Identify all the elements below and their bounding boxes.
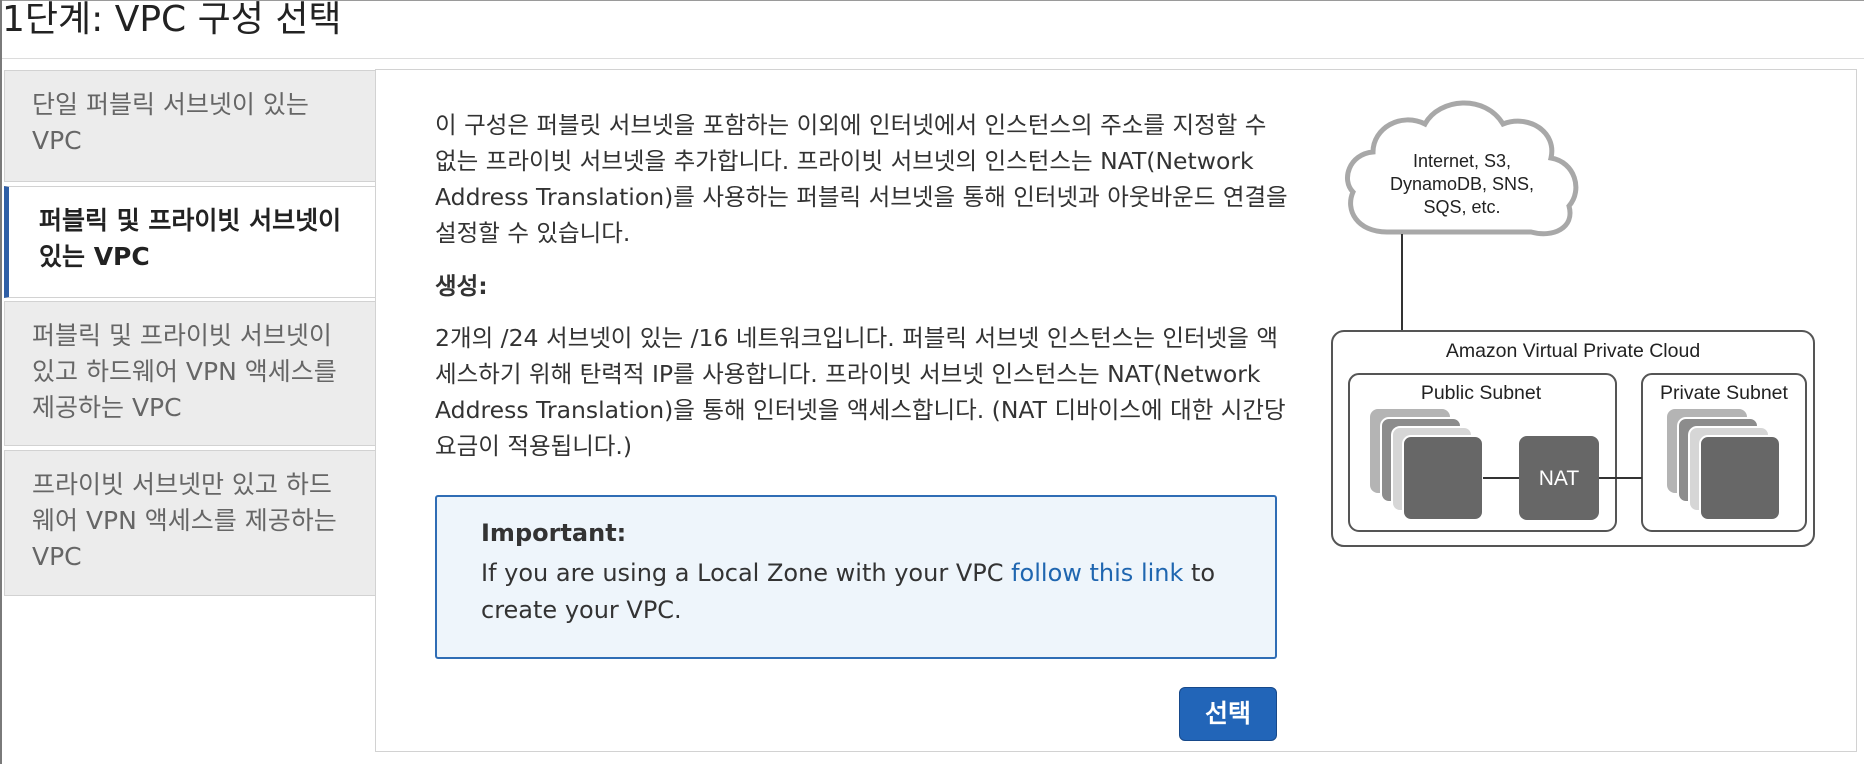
cloud-label-line-3: SQS, etc. [1423,197,1500,217]
tab-private-only-vpn[interactable]: 프라이빗 서브넷만 있고 하드웨어 VPN 액세스를 제공하는 VPC [4,450,376,596]
vpc-architecture-diagram: Internet, S3, DynamoDB, SNS, SQS, etc. A… [1331,100,1815,547]
private-subnet-label: Private Subnet [1660,382,1788,404]
tab-label: 퍼블릭 및 프라이빗 서브넷이 있고 하드웨어 VPN 액세스를 제공하는 VP… [32,321,337,422]
cloud-label-line-2: DynamoDB, SNS, [1390,174,1534,194]
title-divider [2,58,1864,59]
tab-label: 퍼블릭 및 프라이빗 서브넷이 있는 VPC [39,206,342,271]
tab-label: 프라이빗 서브넷만 있고 하드웨어 VPN 액세스를 제공하는 VPC [32,470,337,571]
nat-label: NAT [1539,467,1580,490]
window-left-border [0,0,2,764]
page-title: 1단계: VPC 구성 선택 [2,0,342,40]
important-text-before: If you are using a Local Zone with your … [481,559,1012,587]
create-heading: 생성: [435,272,488,300]
tab-label: 단일 퍼블릭 서브넷이 있는 VPC [32,90,309,155]
public-subnet-label: Public Subnet [1421,382,1542,404]
tab-public-private-subnets[interactable]: 퍼블릭 및 프라이빗 서브넷이 있는 VPC [4,186,376,298]
select-button[interactable]: 선택 [1179,687,1277,741]
important-title: Important: [481,519,627,547]
tab-single-public-subnet[interactable]: 단일 퍼블릭 서브넷이 있는 VPC [4,70,376,182]
config-description: 이 구성은 퍼블릿 서브넷을 포함하는 이외에 인터넷에서 인스턴스의 주소를 … [435,111,1288,247]
local-zone-link[interactable]: follow this link [1011,559,1183,587]
vpc-label: Amazon Virtual Private Cloud [1446,340,1700,362]
important-notice: Important: If you are using a Local Zone… [435,495,1277,659]
cloud-label-line-1: Internet, S3, [1413,151,1511,171]
create-description: 2개의 /24 서브넷이 있는 /16 네트워크입니다. 퍼블릭 서브넷 인스턴… [435,324,1286,460]
tab-public-private-vpn[interactable]: 퍼블릭 및 프라이빗 서브넷이 있고 하드웨어 VPN 액세스를 제공하는 VP… [4,301,376,446]
important-text: If you are using a Local Zone with your … [481,555,1221,629]
